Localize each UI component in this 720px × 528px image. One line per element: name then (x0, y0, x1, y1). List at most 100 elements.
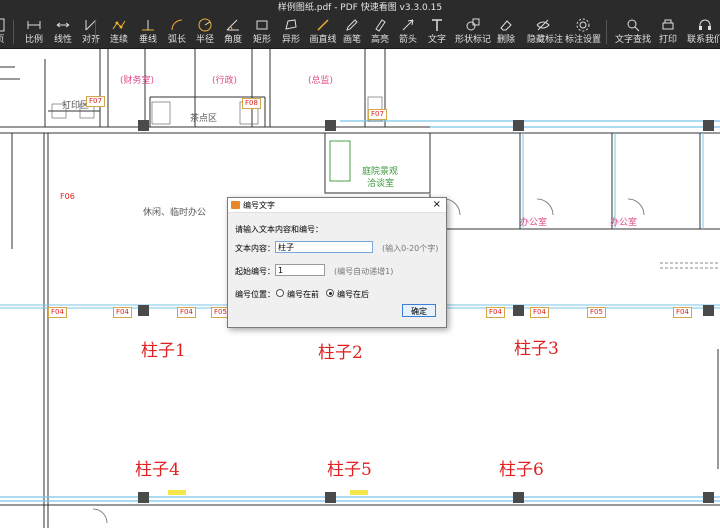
tag-f04-2: F04 (113, 307, 132, 318)
tool-continuous-dimension-button[interactable]: 连续 (106, 16, 132, 48)
settings-icon (565, 17, 601, 35)
linear-dimension-icon (50, 17, 76, 35)
tag-f04-6: F04 (673, 307, 692, 318)
angle-icon (220, 17, 246, 35)
highlight-icon (367, 17, 393, 35)
tool-label: 垂线 (138, 35, 157, 45)
tool-hide-eye-button[interactable]: 隐藏标注 (527, 16, 564, 48)
tool-text-button[interactable]: 文字 (424, 16, 450, 48)
tool-label: 画直线 (309, 35, 337, 45)
room-label-office-a: 办公室 (520, 218, 548, 228)
window-title: 样例图纸.pdf - PDF 快速看图 v3.3.0.15 (277, 3, 443, 13)
option-before-label[interactable]: 编号在前 (287, 289, 319, 300)
tool-eraser-button[interactable]: 删除 (493, 16, 519, 48)
print-icon (656, 17, 680, 35)
tool-line-button[interactable]: 画直线 (308, 16, 338, 48)
tool-label: 打印 (658, 35, 677, 45)
pillar-label-1[interactable]: 柱子1 (141, 336, 186, 361)
tag-f06: F06 (60, 192, 75, 201)
align-dimension-icon (78, 17, 104, 35)
tool-label: 标注设置 (565, 35, 602, 45)
pillar-label-6[interactable]: 柱子6 (499, 455, 544, 480)
tool-label: 画笔 (342, 35, 361, 45)
tool-label: 文字 (427, 35, 446, 45)
room-label-office-b: 办公室 (610, 218, 638, 228)
radio-number-after[interactable] (326, 289, 334, 297)
start-number-input[interactable]: 1 (275, 264, 325, 276)
position-label: 编号位置： (235, 290, 275, 299)
tool-radius-button[interactable]: 半径 (192, 16, 218, 48)
tool-perpendicular-button[interactable]: 垂线 (134, 16, 162, 48)
app-icon (231, 201, 240, 209)
title-bar: 样例图纸.pdf - PDF 快速看图 v3.3.0.15 (0, 0, 720, 16)
search-icon (614, 17, 652, 35)
dialog-prompt: 请输入文本内容和编号： (235, 225, 323, 234)
start-number-hint: (编号自动递增1) (334, 267, 394, 276)
pillar-label-4[interactable]: 柱子4 (135, 455, 180, 480)
tool-label: 文字查找 (614, 35, 651, 45)
tool-label: 半径 (195, 35, 214, 45)
tool-label: 线性 (53, 35, 72, 45)
pillar-label-3[interactable]: 柱子3 (514, 334, 559, 359)
ok-button[interactable]: 确定 (402, 304, 436, 317)
tool-label: 高亮 (370, 35, 389, 45)
shape-mark-icon (454, 17, 492, 35)
radio-number-before[interactable] (276, 289, 284, 297)
tool-scale-button[interactable]: 比例 (22, 16, 46, 48)
tool-linear-dimension-button[interactable]: 线性 (50, 16, 76, 48)
tool-label: 角度 (223, 35, 242, 45)
tool-print-button[interactable]: 打印 (656, 16, 680, 48)
start-number-label: 起始编号： (235, 267, 275, 276)
content-hint: (输入0-20个字) (382, 244, 439, 253)
continuous-dimension-icon (106, 17, 132, 35)
option-after-label[interactable]: 编号在后 (337, 289, 369, 300)
tool-arc-length-button[interactable]: 弧长 (164, 16, 190, 48)
close-icon[interactable]: × (433, 199, 441, 210)
tool-label: 删除 (496, 35, 515, 45)
tag-f05-2: F05 (587, 307, 606, 318)
tool-pen-button[interactable]: 画笔 (339, 16, 365, 48)
tool-rectangle-button[interactable]: 矩形 (249, 16, 275, 48)
perpendicular-icon (134, 17, 162, 35)
room-label-lounge: 休闲、临时办公 (143, 208, 207, 218)
page-icon (0, 17, 10, 35)
rectangle-icon (249, 17, 275, 35)
content-input[interactable]: 柱子 (275, 241, 373, 253)
tool-headset-button[interactable]: 联系我们 (685, 16, 720, 48)
tool-page-button[interactable]: 页 (0, 16, 10, 48)
tool-settings-button[interactable]: 标注设置 (565, 16, 601, 48)
room-label-tea: 茶点区 (190, 114, 218, 124)
pillar-label-2[interactable]: 柱子2 (318, 338, 363, 363)
tool-label: 隐藏标注 (527, 35, 564, 45)
tag-f04-4: F04 (486, 307, 505, 318)
text-icon (424, 17, 450, 35)
tag-f07a: F07 (86, 96, 105, 107)
tool-angle-button[interactable]: 角度 (220, 16, 246, 48)
dialog-title: 编号文字 (243, 201, 275, 210)
pillar-label-5[interactable]: 柱子5 (327, 455, 372, 480)
arc-length-icon (164, 17, 190, 35)
tool-shape-mark-button[interactable]: 形状标记 (454, 16, 492, 48)
tag-f07b: F07 (368, 109, 387, 120)
arrow-icon (395, 17, 421, 35)
toolbar-separator (606, 20, 607, 44)
tool-label: 比例 (24, 35, 43, 45)
tool-label: 对齐 (81, 35, 100, 45)
tool-align-dimension-button[interactable]: 对齐 (78, 16, 104, 48)
eraser-icon (493, 17, 519, 35)
tool-arrow-button[interactable]: 箭头 (395, 16, 421, 48)
tool-label: 连续 (109, 35, 128, 45)
toolbar-separator (13, 20, 14, 44)
tool-search-button[interactable]: 文字查找 (614, 16, 652, 48)
tool-polygon-button[interactable]: 异形 (278, 16, 304, 48)
tool-highlight-button[interactable]: 高亮 (367, 16, 393, 48)
tool-label: 箭头 (398, 35, 417, 45)
line-icon (308, 17, 338, 35)
radius-icon (192, 17, 218, 35)
dialog-title-bar[interactable]: 编号文字 × (228, 198, 446, 213)
headset-icon (685, 17, 720, 35)
room-label-r3: (总监) (308, 76, 334, 86)
tool-label: 联系我们 (686, 35, 720, 45)
room-label-r2: (行政) (212, 76, 238, 86)
room-label-print: 打印区 (62, 101, 90, 111)
